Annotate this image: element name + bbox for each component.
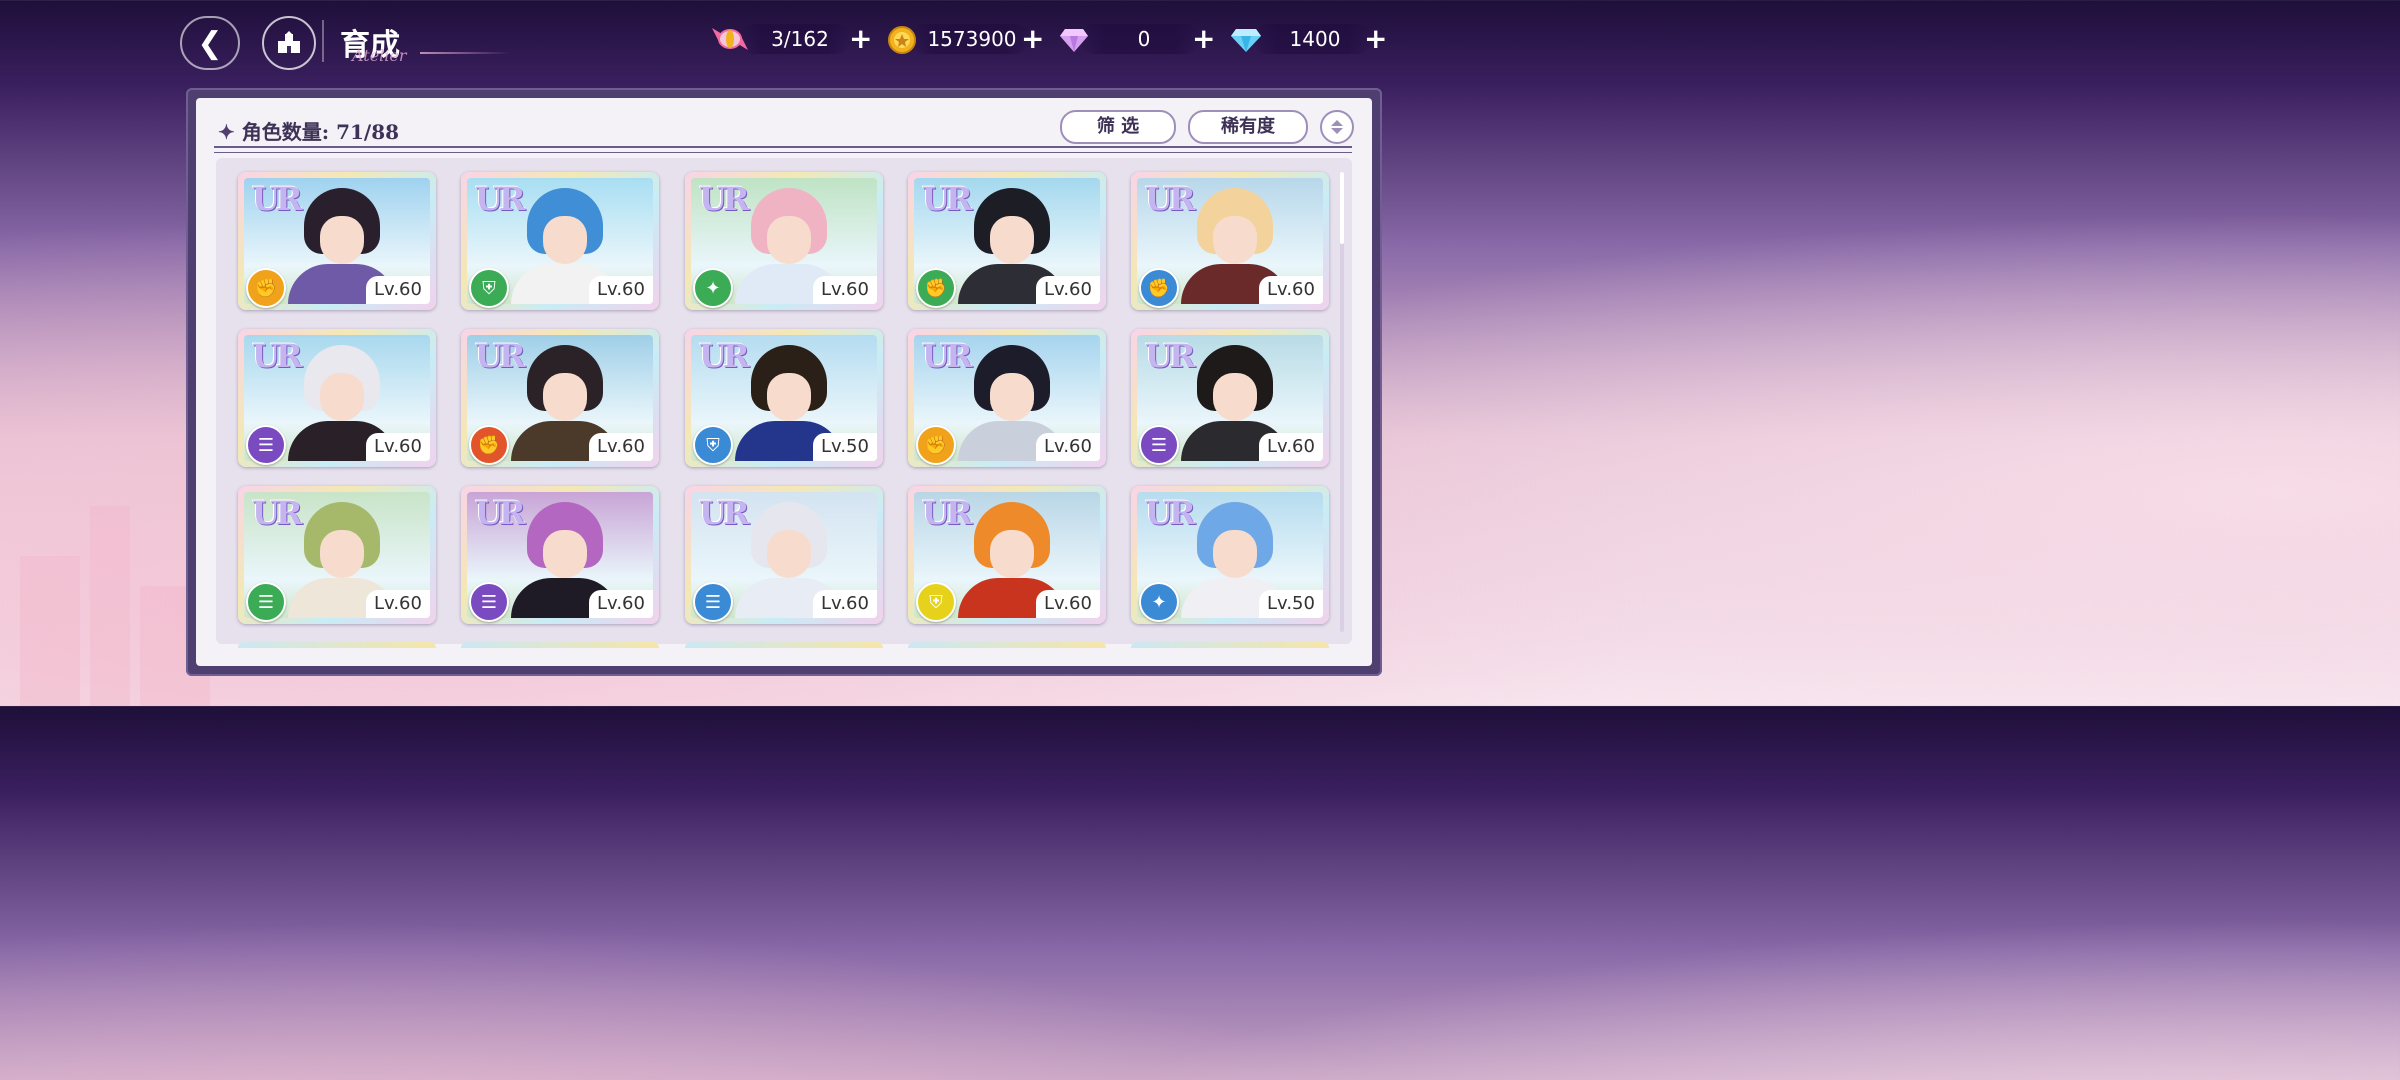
- shield-attribute-icon: ⛨: [469, 268, 509, 308]
- filter-button[interactable]: 筛 选: [1060, 110, 1176, 144]
- back-button[interactable]: ❮: [180, 16, 240, 70]
- title-script: Atelier: [352, 46, 407, 65]
- partial-card[interactable]: [238, 642, 436, 648]
- rarity-badge: UR: [252, 494, 302, 532]
- rarity-badge: UR: [699, 337, 749, 375]
- book-attribute-icon: ☰: [246, 425, 286, 465]
- gem-add-button[interactable]: +: [1192, 24, 1215, 54]
- character-card[interactable]: UR ☰ Lv.60: [685, 486, 883, 624]
- diamond-value: 1400: [1289, 27, 1341, 51]
- level-label: Lv.60: [1259, 433, 1323, 461]
- sort-arrows-icon: [1331, 120, 1343, 134]
- rarity-badge: UR: [1145, 494, 1195, 532]
- character-card[interactable]: UR ✦ Lv.60: [685, 172, 883, 310]
- rarity-badge: UR: [922, 180, 972, 218]
- rarity-badge: UR: [1145, 337, 1195, 375]
- character-count-text: 角色数量: 71/88: [241, 120, 400, 144]
- rarity-badge: UR: [922, 494, 972, 532]
- book-attribute-icon: ☰: [469, 582, 509, 622]
- rarity-badge: UR: [1145, 180, 1195, 218]
- level-label: Lv.60: [813, 276, 877, 304]
- fist-attribute-icon: ✊: [916, 425, 956, 465]
- book-attribute-icon: ☰: [1139, 425, 1179, 465]
- level-label: Lv.50: [1259, 590, 1323, 618]
- rarity-badge: UR: [699, 494, 749, 532]
- character-card[interactable]: UR ☰ Lv.60: [1131, 329, 1329, 467]
- partial-card[interactable]: [908, 642, 1106, 648]
- character-card[interactable]: UR ✊ Lv.60: [1131, 172, 1329, 310]
- level-label: Lv.60: [1036, 433, 1100, 461]
- character-card[interactable]: UR ⛨ Lv.50: [685, 329, 883, 467]
- coin-add-button[interactable]: +: [1021, 24, 1044, 54]
- top-bar: ❮ 育成 Atelier 3/162 + 1573900 + 0 + 1400 …: [0, 0, 1568, 80]
- rarity-badge: UR: [475, 180, 525, 218]
- grid-scroll-thumb[interactable]: [1340, 172, 1344, 244]
- character-card[interactable]: UR ✊ Lv.60: [908, 172, 1106, 310]
- character-card[interactable]: UR ✊ Lv.60: [238, 172, 436, 310]
- partial-card[interactable]: [461, 642, 659, 648]
- candy-add-button[interactable]: +: [849, 24, 872, 54]
- character-card[interactable]: UR ✊ Lv.60: [461, 329, 659, 467]
- purple-gem-icon: [1060, 29, 1088, 52]
- character-count: ✦ 角色数量: 71/88: [218, 116, 399, 145]
- level-label: Lv.60: [366, 590, 430, 618]
- level-label: Lv.60: [1259, 276, 1323, 304]
- candy-value: 3/162: [771, 27, 829, 51]
- title-decoration: [420, 52, 510, 54]
- book-attribute-icon: ☰: [693, 582, 733, 622]
- rarity-badge: UR: [922, 337, 972, 375]
- castle-icon: [278, 31, 300, 53]
- shield-attribute-icon: ⛨: [916, 582, 956, 622]
- character-card[interactable]: UR ✊ Lv.60: [908, 329, 1106, 467]
- rarity-badge: UR: [252, 337, 302, 375]
- level-label: Lv.60: [366, 433, 430, 461]
- rarity-badge: UR: [475, 494, 525, 532]
- candy-icon: [712, 28, 748, 50]
- level-label: Lv.60: [589, 433, 653, 461]
- level-label: Lv.50: [813, 433, 877, 461]
- book-attribute-icon: ☰: [246, 582, 286, 622]
- coin-icon: [888, 26, 916, 54]
- rarity-badge: UR: [475, 337, 525, 375]
- wand-attribute-icon: ✦: [1139, 582, 1179, 622]
- character-card[interactable]: UR ☰ Lv.60: [238, 486, 436, 624]
- level-label: Lv.60: [1036, 590, 1100, 618]
- title-divider: [322, 20, 324, 62]
- fist-attribute-icon: ✊: [469, 425, 509, 465]
- home-button[interactable]: [262, 16, 316, 70]
- coin-value: 1573900: [927, 27, 1017, 51]
- fist-attribute-icon: ✊: [916, 268, 956, 308]
- rarity-sort-button[interactable]: 稀有度: [1188, 110, 1308, 144]
- sort-order-button[interactable]: [1320, 110, 1354, 144]
- rarity-badge: UR: [699, 180, 749, 218]
- character-card[interactable]: UR ⛨ Lv.60: [461, 172, 659, 310]
- partial-card[interactable]: [1131, 642, 1329, 648]
- fist-attribute-icon: ✊: [1139, 268, 1179, 308]
- character-card[interactable]: UR ☰ Lv.60: [238, 329, 436, 467]
- back-arrow-icon: ❮: [197, 25, 223, 61]
- rarity-badge: UR: [252, 180, 302, 218]
- gem-value: 0: [1137, 27, 1151, 51]
- blue-diamond-icon: [1231, 29, 1261, 52]
- shield-attribute-icon: ⛨: [693, 425, 733, 465]
- level-label: Lv.60: [589, 276, 653, 304]
- sparkle-icon: ✦: [218, 120, 235, 144]
- header-divider: [214, 146, 1352, 153]
- character-card[interactable]: UR ✦ Lv.50: [1131, 486, 1329, 624]
- partial-card[interactable]: [685, 642, 883, 648]
- level-label: Lv.60: [1036, 276, 1100, 304]
- level-label: Lv.60: [589, 590, 653, 618]
- character-card[interactable]: UR ☰ Lv.60: [461, 486, 659, 624]
- level-label: Lv.60: [813, 590, 877, 618]
- level-label: Lv.60: [366, 276, 430, 304]
- wand-attribute-icon: ✦: [693, 268, 733, 308]
- diamond-add-button[interactable]: +: [1364, 24, 1387, 54]
- fist-attribute-icon: ✊: [246, 268, 286, 308]
- character-card[interactable]: UR ⛨ Lv.60: [908, 486, 1106, 624]
